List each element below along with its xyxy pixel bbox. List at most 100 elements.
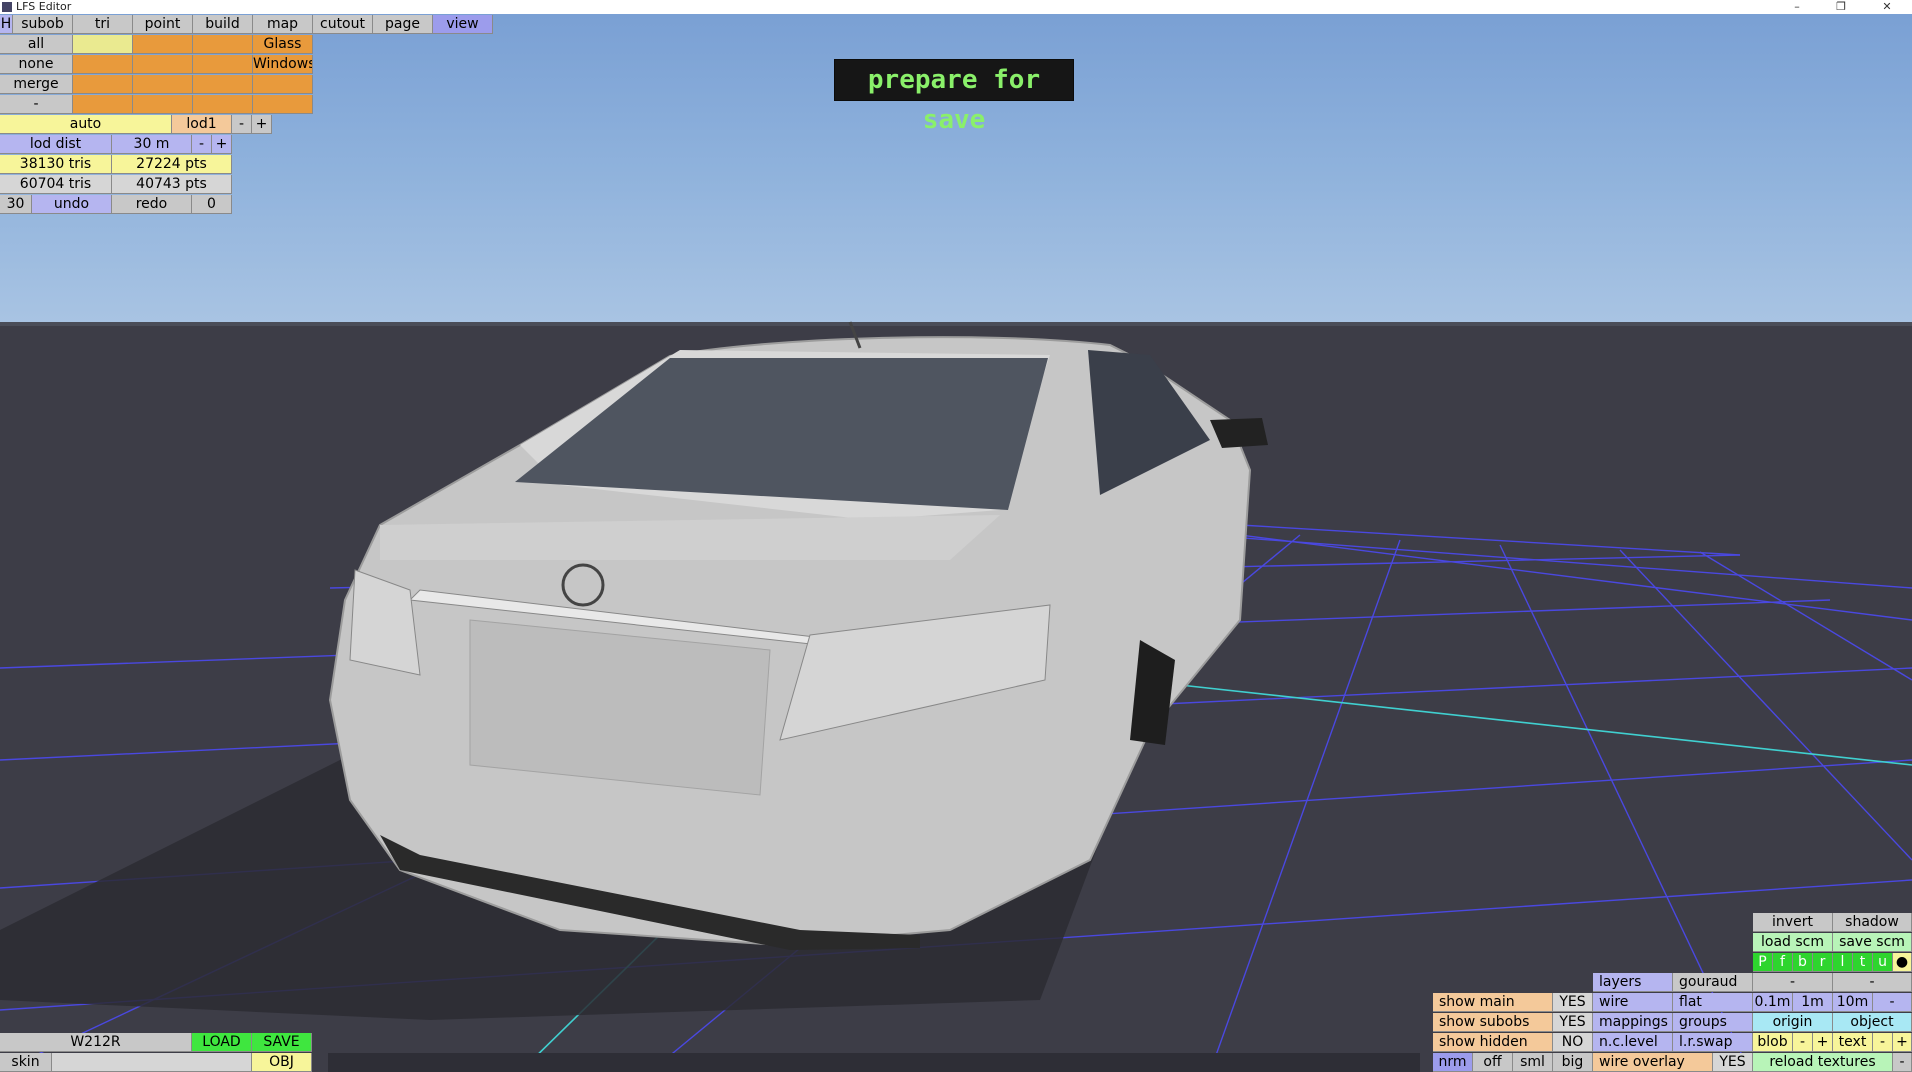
select-all-button[interactable]: all bbox=[0, 35, 73, 54]
merge-button[interactable]: merge bbox=[0, 75, 73, 94]
undo-count: 30 bbox=[0, 195, 32, 214]
object-button[interactable]: object bbox=[1833, 1013, 1912, 1032]
view-perspective-button[interactable]: P bbox=[1753, 953, 1773, 972]
small-size-button[interactable]: sml bbox=[1513, 1053, 1553, 1072]
show-subobs-value: YES bbox=[1553, 1013, 1593, 1032]
3d-viewport[interactable] bbox=[0, 14, 1912, 1072]
selection-slot[interactable] bbox=[73, 75, 133, 94]
normal-size-button[interactable]: nrm bbox=[1433, 1053, 1473, 1072]
selection-slot[interactable] bbox=[73, 95, 133, 114]
menu-map[interactable]: map bbox=[253, 15, 313, 34]
selection-slot[interactable] bbox=[193, 95, 253, 114]
tris-count-total: 60704 tris bbox=[0, 175, 112, 194]
view-back-button[interactable]: b bbox=[1793, 953, 1813, 972]
view-front-button[interactable]: f bbox=[1773, 953, 1793, 972]
dash-button-1[interactable]: - bbox=[1753, 973, 1833, 992]
show-subobs-toggle[interactable]: show subobs bbox=[1433, 1013, 1553, 1032]
selection-slot[interactable] bbox=[73, 55, 133, 74]
selection-slot[interactable] bbox=[193, 55, 253, 74]
text-minus-button[interactable]: - bbox=[1873, 1033, 1893, 1052]
text-plus-button[interactable]: + bbox=[1893, 1033, 1912, 1052]
lod-dist-plus-button[interactable]: + bbox=[212, 135, 232, 154]
blob-plus-button[interactable]: + bbox=[1813, 1033, 1833, 1052]
reload-minus-button[interactable]: - bbox=[1893, 1053, 1912, 1072]
select-none-button[interactable]: none bbox=[0, 55, 73, 74]
model-name-field[interactable]: W212R bbox=[0, 1033, 192, 1052]
blob-minus-button[interactable]: - bbox=[1793, 1033, 1813, 1052]
selection-slot[interactable] bbox=[133, 35, 193, 54]
redo-button[interactable]: redo bbox=[112, 195, 192, 214]
dash-button-2[interactable]: - bbox=[1833, 973, 1912, 992]
reload-textures-button[interactable]: reload textures bbox=[1753, 1053, 1893, 1072]
mappings-button[interactable]: mappings bbox=[1593, 1013, 1673, 1032]
show-main-toggle[interactable]: show main bbox=[1433, 993, 1553, 1012]
view-right-button[interactable]: r bbox=[1813, 953, 1833, 972]
shadow-button[interactable]: shadow bbox=[1833, 913, 1912, 932]
restore-button[interactable]: ❐ bbox=[1826, 0, 1856, 14]
skin-field[interactable] bbox=[52, 1053, 252, 1072]
tris-count: 38130 tris bbox=[0, 155, 112, 174]
blob-button[interactable]: blob bbox=[1753, 1033, 1793, 1052]
flat-button[interactable]: flat bbox=[1673, 993, 1753, 1012]
menu-view[interactable]: view bbox=[433, 15, 493, 34]
selection-slot[interactable] bbox=[73, 35, 133, 54]
lod-level-button[interactable]: lod1 bbox=[172, 115, 232, 134]
selection-slot[interactable] bbox=[133, 95, 193, 114]
obj-button[interactable]: OBJ bbox=[252, 1053, 312, 1072]
view-left-button[interactable]: l bbox=[1833, 953, 1853, 972]
view-top-button[interactable]: t bbox=[1853, 953, 1873, 972]
nc-level-button[interactable]: n.c.level bbox=[1593, 1033, 1673, 1052]
group-windows[interactable]: Windows bbox=[253, 55, 313, 74]
show-hidden-toggle[interactable]: show hidden bbox=[1433, 1033, 1553, 1052]
grid-dash-button[interactable]: - bbox=[1873, 993, 1912, 1012]
gouraud-button[interactable]: gouraud bbox=[1673, 973, 1753, 992]
origin-button[interactable]: origin bbox=[1753, 1013, 1833, 1032]
menu-cutout[interactable]: cutout bbox=[313, 15, 373, 34]
menu-page[interactable]: page bbox=[373, 15, 433, 34]
lr-swap-button[interactable]: l.r.swap bbox=[1673, 1033, 1753, 1052]
layers-button[interactable]: layers bbox=[1593, 973, 1673, 992]
menu-point[interactable]: point bbox=[133, 15, 193, 34]
pts-count: 27224 pts bbox=[112, 155, 232, 174]
text-button[interactable]: text bbox=[1833, 1033, 1873, 1052]
selection-slot[interactable] bbox=[133, 75, 193, 94]
group-glass[interactable]: Glass bbox=[253, 35, 313, 54]
groups-button[interactable]: groups bbox=[1673, 1013, 1753, 1032]
lod-dist-value: 30 m bbox=[112, 135, 192, 154]
grid-1m-button[interactable]: 1m bbox=[1793, 993, 1833, 1012]
save-scm-button[interactable]: save scm bbox=[1833, 933, 1912, 952]
wire-button[interactable]: wire bbox=[1593, 993, 1673, 1012]
dash-button[interactable]: - bbox=[0, 95, 73, 114]
skin-label: skin bbox=[0, 1053, 52, 1072]
grid-0-1m-button[interactable]: 0.1m bbox=[1753, 993, 1793, 1012]
menu-build[interactable]: build bbox=[193, 15, 253, 34]
wire-overlay-button[interactable]: wire overlay bbox=[1593, 1053, 1713, 1072]
lod-auto-button[interactable]: auto bbox=[0, 115, 172, 134]
menu-subob[interactable]: subob bbox=[13, 15, 73, 34]
grid-10m-button[interactable]: 10m bbox=[1833, 993, 1873, 1012]
menu-tri[interactable]: tri bbox=[73, 15, 133, 34]
invert-button[interactable]: invert bbox=[1753, 913, 1833, 932]
selection-slot[interactable] bbox=[193, 75, 253, 94]
undo-button[interactable]: undo bbox=[32, 195, 112, 214]
lod-dist-minus-button[interactable]: - bbox=[192, 135, 212, 154]
lod-minus-button[interactable]: - bbox=[232, 115, 252, 134]
lod-dist-label: lod dist bbox=[0, 135, 112, 154]
view-dot-icon[interactable]: ● bbox=[1893, 953, 1912, 972]
load-button[interactable]: LOAD bbox=[192, 1033, 252, 1052]
selection-slot[interactable] bbox=[253, 95, 313, 114]
save-button[interactable]: SAVE bbox=[252, 1033, 312, 1052]
minimize-button[interactable]: – bbox=[1782, 0, 1812, 14]
load-scm-button[interactable]: load scm bbox=[1753, 933, 1833, 952]
lod-plus-button[interactable]: + bbox=[252, 115, 272, 134]
selection-slot[interactable] bbox=[193, 35, 253, 54]
view-under-button[interactable]: u bbox=[1873, 953, 1893, 972]
plate-recess bbox=[469, 619, 771, 796]
selection-slot[interactable] bbox=[253, 75, 313, 94]
big-size-button[interactable]: big bbox=[1553, 1053, 1593, 1072]
off-size-button[interactable]: off bbox=[1473, 1053, 1513, 1072]
menu-h[interactable]: H bbox=[0, 15, 13, 34]
close-button[interactable]: ✕ bbox=[1872, 0, 1902, 14]
selection-slot[interactable] bbox=[133, 55, 193, 74]
x-axis-line bbox=[1179, 684, 1912, 766]
